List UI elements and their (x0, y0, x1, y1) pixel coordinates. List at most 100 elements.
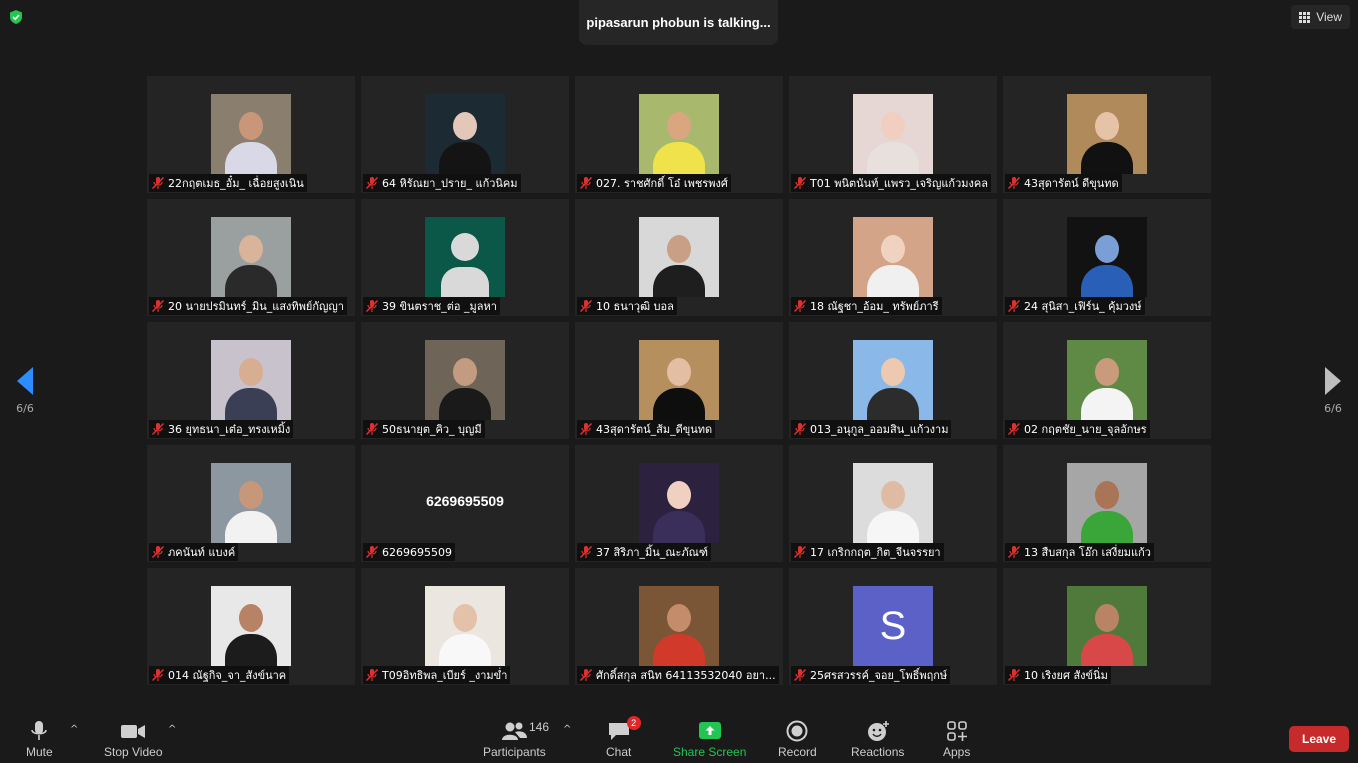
participant-tile[interactable]: 39 ขินตราช_ต่อ _มูลหา (361, 199, 569, 316)
share-screen-button[interactable]: Share Screen (673, 720, 746, 759)
participant-name-bar: 43สุดารัตน์ ดีขุนทด (1005, 174, 1122, 192)
participant-name-bar: 24 สุนิสา_เฟิร์น_ คุ้มวงษ์ (1005, 297, 1145, 315)
participant-tile[interactable]: 43สุดารัตน์ ดีขุนทด (1003, 76, 1211, 193)
participant-name-bar: T01 พนิตนันท์_แพรว_เจริญแก้วมงคล (791, 174, 991, 192)
participant-tile[interactable]: 013_อนุกูล_ออมสิน_แก้วงาม (789, 322, 997, 439)
participant-name: 6269695509 (382, 545, 452, 559)
participant-tile[interactable]: S 25ศรสวรรค์_จอย_โพธิ์พฤกษ์ (789, 568, 997, 685)
microphone-icon (31, 721, 48, 740)
participant-name: 18 ณัฐชา_อ้อม_ ทรัพย์ภารี (810, 300, 939, 313)
arrow-left-icon (17, 367, 33, 395)
muted-mic-icon (1007, 545, 1021, 559)
participant-head (239, 112, 263, 140)
participant-tile[interactable]: 64 หิรัณยา_ปราย_ แก้วนิคม (361, 76, 569, 193)
stop-video-label: Stop Video (104, 745, 163, 759)
talking-text: pipasarun phobun is talking... (586, 15, 771, 30)
audio-options-caret[interactable]: ^ (70, 724, 78, 735)
participant-head (881, 358, 905, 386)
video-camera-icon (121, 725, 146, 738)
participant-tile[interactable]: 17 เกริกกฤต_กิต_จีนจรรยา (789, 445, 997, 562)
participant-name: 027. ราชศักดิ์ โอ๋ เพชรพงศ์ (596, 177, 728, 190)
view-button[interactable]: View (1291, 5, 1350, 29)
participant-tile[interactable]: 22กฤตเมธ_อั๋ม_ เฉื่อยสูงเนิน (147, 76, 355, 193)
muted-mic-icon (579, 176, 593, 190)
participant-head (239, 358, 263, 386)
participant-name-bar: 50ธนายุต_คิว_ บุญมี (363, 420, 485, 438)
participant-tile[interactable]: 10 ธนาวุฒิ บอล (575, 199, 783, 316)
participant-body (439, 634, 491, 666)
apps-icon (946, 721, 967, 741)
participant-head (453, 604, 477, 632)
participant-name-bar: 25ศรสวรรค์_จอย_โพธิ์พฤกษ์ (791, 666, 951, 684)
participant-body (225, 388, 277, 420)
participant-name-bar: 6269695509 (363, 543, 455, 561)
participant-tile[interactable]: ภคนันท์ แบงค์ (147, 445, 355, 562)
muted-mic-icon (1007, 299, 1021, 313)
reactions-label: Reactions (851, 745, 905, 759)
participant-tile[interactable]: 24 สุนิสา_เฟิร์น_ คุ้มวงษ์ (1003, 199, 1211, 316)
participant-video (211, 94, 291, 174)
participant-name: T01 พนิตนันท์_แพรว_เจริญแก้วมงคล (810, 177, 988, 190)
participant-tile[interactable]: 37 สิริภา_มิ้น_ณะภัณฑ์ (575, 445, 783, 562)
security-shield-icon[interactable] (8, 9, 24, 25)
reactions-button[interactable]: Reactions (851, 720, 904, 759)
muted-mic-icon (579, 668, 593, 682)
record-button[interactable]: Record (778, 720, 817, 759)
muted-mic-icon (365, 299, 379, 313)
participant-head (667, 358, 691, 386)
apps-button[interactable]: Apps (943, 720, 970, 759)
chat-button[interactable]: 2 Chat (606, 716, 641, 759)
participant-head (1095, 481, 1119, 509)
previous-page-button[interactable]: 6/6 (10, 366, 40, 415)
participant-tile[interactable]: 50ธนายุต_คิว_ บุญมี (361, 322, 569, 439)
participant-tile[interactable]: 13 สืบสกุล โอ๊ก เสงี่ยมแก้ว (1003, 445, 1211, 562)
participant-head (881, 235, 905, 263)
participant-head (239, 604, 263, 632)
participant-tile[interactable]: 36 ยุทธนา_เต๋อ_ทรงเหมิ้ง (147, 322, 355, 439)
participant-tile[interactable]: 20 นายปรมินทร์_มิน_แสงทิพย์กัญญา (147, 199, 355, 316)
participant-name: 013_อนุกูล_ออมสิน_แก้วงาม (810, 423, 949, 436)
participant-name-bar: 39 ขินตราช_ต่อ _มูลหา (363, 297, 500, 315)
participant-body (1081, 142, 1133, 174)
participant-tile[interactable]: 43สุดารัตน์_ส้ม_ดีขุนทด (575, 322, 783, 439)
talking-indicator: pipasarun phobun is talking... (579, 0, 778, 45)
muted-mic-icon (151, 422, 165, 436)
participant-name: 24 สุนิสา_เฟิร์น_ คุ้มวงษ์ (1024, 300, 1142, 313)
participant-video (853, 217, 933, 297)
leave-button[interactable]: Leave (1289, 726, 1349, 752)
mute-button[interactable]: Mute (26, 720, 53, 759)
participants-options-caret[interactable]: ^ (563, 724, 571, 735)
participant-video (211, 463, 291, 543)
participant-body (1081, 634, 1133, 666)
participant-video (639, 586, 719, 666)
muted-mic-icon (793, 422, 807, 436)
share-screen-label: Share Screen (673, 745, 747, 759)
participant-name: 50ธนายุต_คิว_ บุญมี (382, 423, 482, 436)
participant-name-bar: 36 ยุทธนา_เต๋อ_ทรงเหมิ้ง (149, 420, 294, 438)
participant-tile[interactable]: ศักดิ์สกุล สนิท 64113532040 อยา... (575, 568, 783, 685)
participant-head (881, 481, 905, 509)
default-avatar-icon (425, 217, 505, 297)
participant-name-bar: 20 นายปรมินทร์_มิน_แสงทิพย์กัญญา (149, 297, 347, 315)
participant-tile[interactable]: T09อิทธิพล_เบียร์ _งามข่ำ (361, 568, 569, 685)
stop-video-button[interactable]: Stop Video (104, 720, 163, 759)
share-screen-icon (698, 722, 721, 739)
participant-tile[interactable]: 027. ราชศักดิ์ โอ๋ เพชรพงศ์ (575, 76, 783, 193)
page-indicator-right: 6/6 (1324, 402, 1342, 415)
participant-name-bar: 10 ธนาวุฒิ บอล (577, 297, 677, 315)
participant-tile[interactable]: 014 ณัฐกิจ_จา_สังข์นาค (147, 568, 355, 685)
participant-name: 02 กฤตชัย_นาย_จุลอักษร (1024, 423, 1147, 436)
participant-name-bar: 13 สืบสกุล โอ๊ก เสงี่ยมแก้ว (1005, 543, 1154, 561)
participant-tile[interactable]: 18 ณัฐชา_อ้อม_ ทรัพย์ภารี (789, 199, 997, 316)
muted-mic-icon (793, 299, 807, 313)
meeting-toolbar: Mute ^ Stop Video ^ Participants 146 ^ 2… (0, 711, 1358, 763)
next-page-button[interactable]: 6/6 (1318, 366, 1348, 415)
participant-tile[interactable]: 10 เริงยศ สังข์นิ่ม (1003, 568, 1211, 685)
participant-body (225, 142, 277, 174)
participant-tile[interactable]: T01 พนิตนันท์_แพรว_เจริญแก้วมงคล (789, 76, 997, 193)
participant-tile[interactable]: 6269695509 6269695509 (361, 445, 569, 562)
participant-video (853, 94, 933, 174)
video-options-caret[interactable]: ^ (168, 724, 176, 735)
participant-tile[interactable]: 02 กฤตชัย_นาย_จุลอักษร (1003, 322, 1211, 439)
mute-label: Mute (26, 745, 53, 759)
